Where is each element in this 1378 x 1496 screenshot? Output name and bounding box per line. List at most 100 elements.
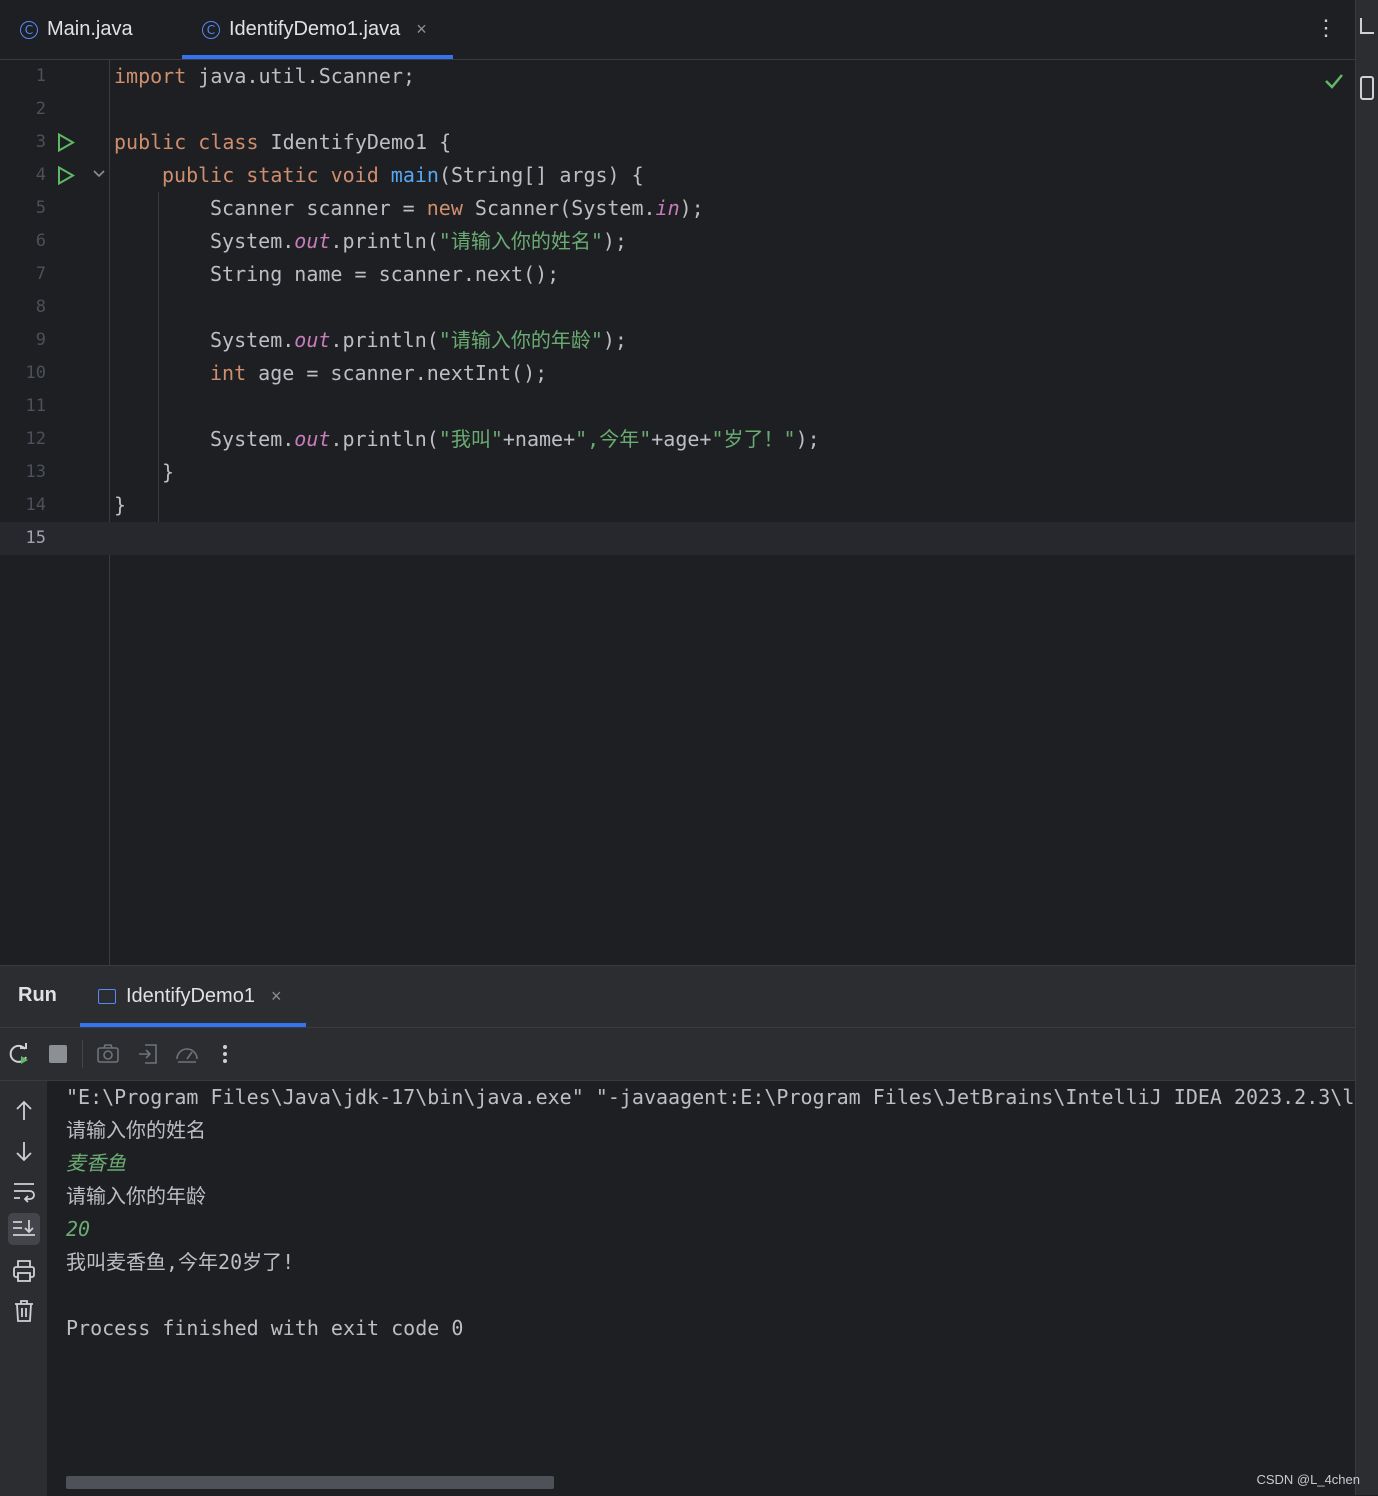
code-line: 5 Scanner scanner = new Scanner(System.i… — [0, 192, 1355, 225]
code-line: 11 — [0, 390, 1355, 423]
print-icon[interactable] — [10, 1257, 38, 1285]
line-number: 7 — [35, 264, 46, 284]
code-fragment: java.util.Scanner; — [186, 64, 416, 88]
code-fragment: System. — [210, 427, 295, 451]
editor-tab-bar: C Main.java C IdentifyDemo1.java × ⋮ — [0, 0, 1355, 60]
line-number: 9 — [35, 330, 46, 350]
coverage-icon[interactable] — [174, 1041, 200, 1067]
console-line-command: "E:\Program Files\Java\jdk-17\bin\java.e… — [66, 1085, 1355, 1109]
line-number: 10 — [25, 363, 46, 383]
run-tool-window: Run IdentifyDemo1 × "E:\Program Files\Ja… — [0, 965, 1355, 1496]
run-title: Run — [18, 984, 57, 1006]
code-fragment: ); — [795, 427, 820, 451]
method-name: main — [390, 163, 439, 187]
code-fragment: ); — [679, 196, 704, 220]
code-fragment: IdentifyDemo1 { — [258, 130, 452, 154]
rerun-icon[interactable] — [6, 1041, 32, 1067]
code-fragment: (String[] args) { — [438, 163, 644, 187]
run-header: Run IdentifyDemo1 × — [0, 966, 1355, 1028]
code-fragment: +age+ — [651, 427, 712, 451]
scroll-to-end-icon[interactable] — [8, 1213, 40, 1245]
code-line: 14 } — [0, 489, 1355, 522]
console-output[interactable]: "E:\Program Files\Java\jdk-17\bin\java.e… — [47, 1081, 1355, 1496]
keyword: new — [426, 196, 463, 220]
camera-icon[interactable] — [95, 1041, 121, 1067]
field: out — [294, 328, 331, 352]
code-fragment: System. — [210, 229, 295, 253]
console-line-output: 我叫麦香鱼,今年20岁了! — [66, 1250, 295, 1274]
line-number: 2 — [35, 99, 46, 119]
code-line: 4 public static void main(String[] args)… — [0, 159, 1355, 192]
code-text: } — [162, 460, 175, 484]
c-class-icon: C — [202, 20, 220, 39]
code-line: 13 } — [0, 456, 1355, 489]
field: out — [294, 427, 331, 451]
code-text: public static void main(String[] args) { — [162, 159, 644, 192]
run-icon[interactable] — [57, 166, 75, 185]
run-tab-label: IdentifyDemo1 — [126, 985, 255, 1007]
code-text: int age = scanner.nextInt(); — [210, 357, 547, 390]
close-icon[interactable]: × — [416, 19, 427, 40]
horizontal-scrollbar[interactable] — [66, 1476, 554, 1489]
keyword: public class — [114, 130, 259, 154]
code-fragment: +name+ — [502, 427, 576, 451]
line-number: 4 — [35, 165, 46, 185]
code-text: import java.util.Scanner; — [114, 60, 415, 93]
toolbar-separator — [82, 1040, 83, 1068]
line-number: 12 — [25, 429, 46, 449]
line-number: 8 — [35, 297, 46, 317]
console-side-toolbar — [0, 1081, 47, 1496]
more-vertical-icon[interactable]: ⋮ — [1315, 14, 1337, 42]
string-literal: ",今年" — [575, 427, 652, 451]
database-icon[interactable] — [1360, 76, 1374, 100]
fold-chevron-icon[interactable] — [92, 169, 106, 179]
keyword: public static void — [162, 163, 379, 187]
code-fragment: System. — [210, 328, 295, 352]
code-text: String name = scanner.next(); — [210, 262, 560, 286]
tab-main-java[interactable]: C Main.java — [20, 0, 133, 59]
string-literal: "请输入你的姓名" — [438, 229, 603, 253]
code-line: 2 — [0, 93, 1355, 126]
exit-icon[interactable] — [135, 1041, 161, 1067]
line-number: 6 — [35, 231, 46, 251]
code-line: 8 — [0, 291, 1355, 324]
notifications-icon[interactable] — [1360, 18, 1374, 34]
code-text: System.out.println("请输入你的姓名"); — [210, 225, 627, 258]
keyword: int — [210, 361, 247, 385]
tab-identifydemo1-java[interactable]: C IdentifyDemo1.java × — [182, 0, 453, 59]
field: in — [655, 196, 680, 220]
code-line: 6 System.out.println("请输入你的姓名"); — [0, 225, 1355, 258]
close-icon[interactable]: × — [271, 986, 282, 1007]
c-class-icon: C — [20, 20, 38, 39]
run-toolbar — [0, 1028, 1355, 1081]
line-number: 13 — [25, 462, 46, 482]
code-line: 9 System.out.println("请输入你的年龄"); — [0, 324, 1355, 357]
code-fragment: ); — [602, 229, 627, 253]
line-number: 3 — [35, 132, 46, 152]
code-line: 10 int age = scanner.nextInt(); — [0, 357, 1355, 390]
line-number: 15 — [25, 528, 46, 548]
arrow-down-icon[interactable] — [10, 1137, 38, 1165]
keyword: import — [114, 64, 187, 88]
trash-icon[interactable] — [10, 1297, 38, 1325]
code-fragment: age = scanner.nextInt(); — [246, 361, 548, 385]
string-literal: "我叫" — [438, 427, 503, 451]
watermark: CSDN @L_4chen — [1256, 1472, 1360, 1487]
code-line-current: 15 — [0, 522, 1355, 555]
console-line-user-input: 麦香鱼 — [66, 1151, 126, 1175]
line-number: 11 — [25, 396, 46, 416]
code-text: System.out.println("请输入你的年龄"); — [210, 324, 627, 357]
run-icon[interactable] — [57, 133, 75, 152]
console-line-exit-status: Process finished with exit code 0 — [66, 1316, 464, 1340]
code-fragment: Scanner(System. — [462, 196, 656, 220]
code-fragment: .println( — [330, 427, 439, 451]
stop-icon[interactable] — [45, 1041, 71, 1067]
more-vertical-icon[interactable] — [212, 1041, 238, 1067]
line-number: 1 — [35, 66, 46, 86]
console-icon — [98, 989, 116, 1004]
run-tab-identifydemo1[interactable]: IdentifyDemo1 × — [80, 966, 306, 1027]
arrow-up-icon[interactable] — [10, 1097, 38, 1125]
string-literal: "岁了！" — [711, 427, 796, 451]
soft-wrap-icon[interactable] — [10, 1177, 38, 1205]
code-editor[interactable]: 1 import java.util.Scanner; 2 3 public c… — [0, 60, 1355, 965]
